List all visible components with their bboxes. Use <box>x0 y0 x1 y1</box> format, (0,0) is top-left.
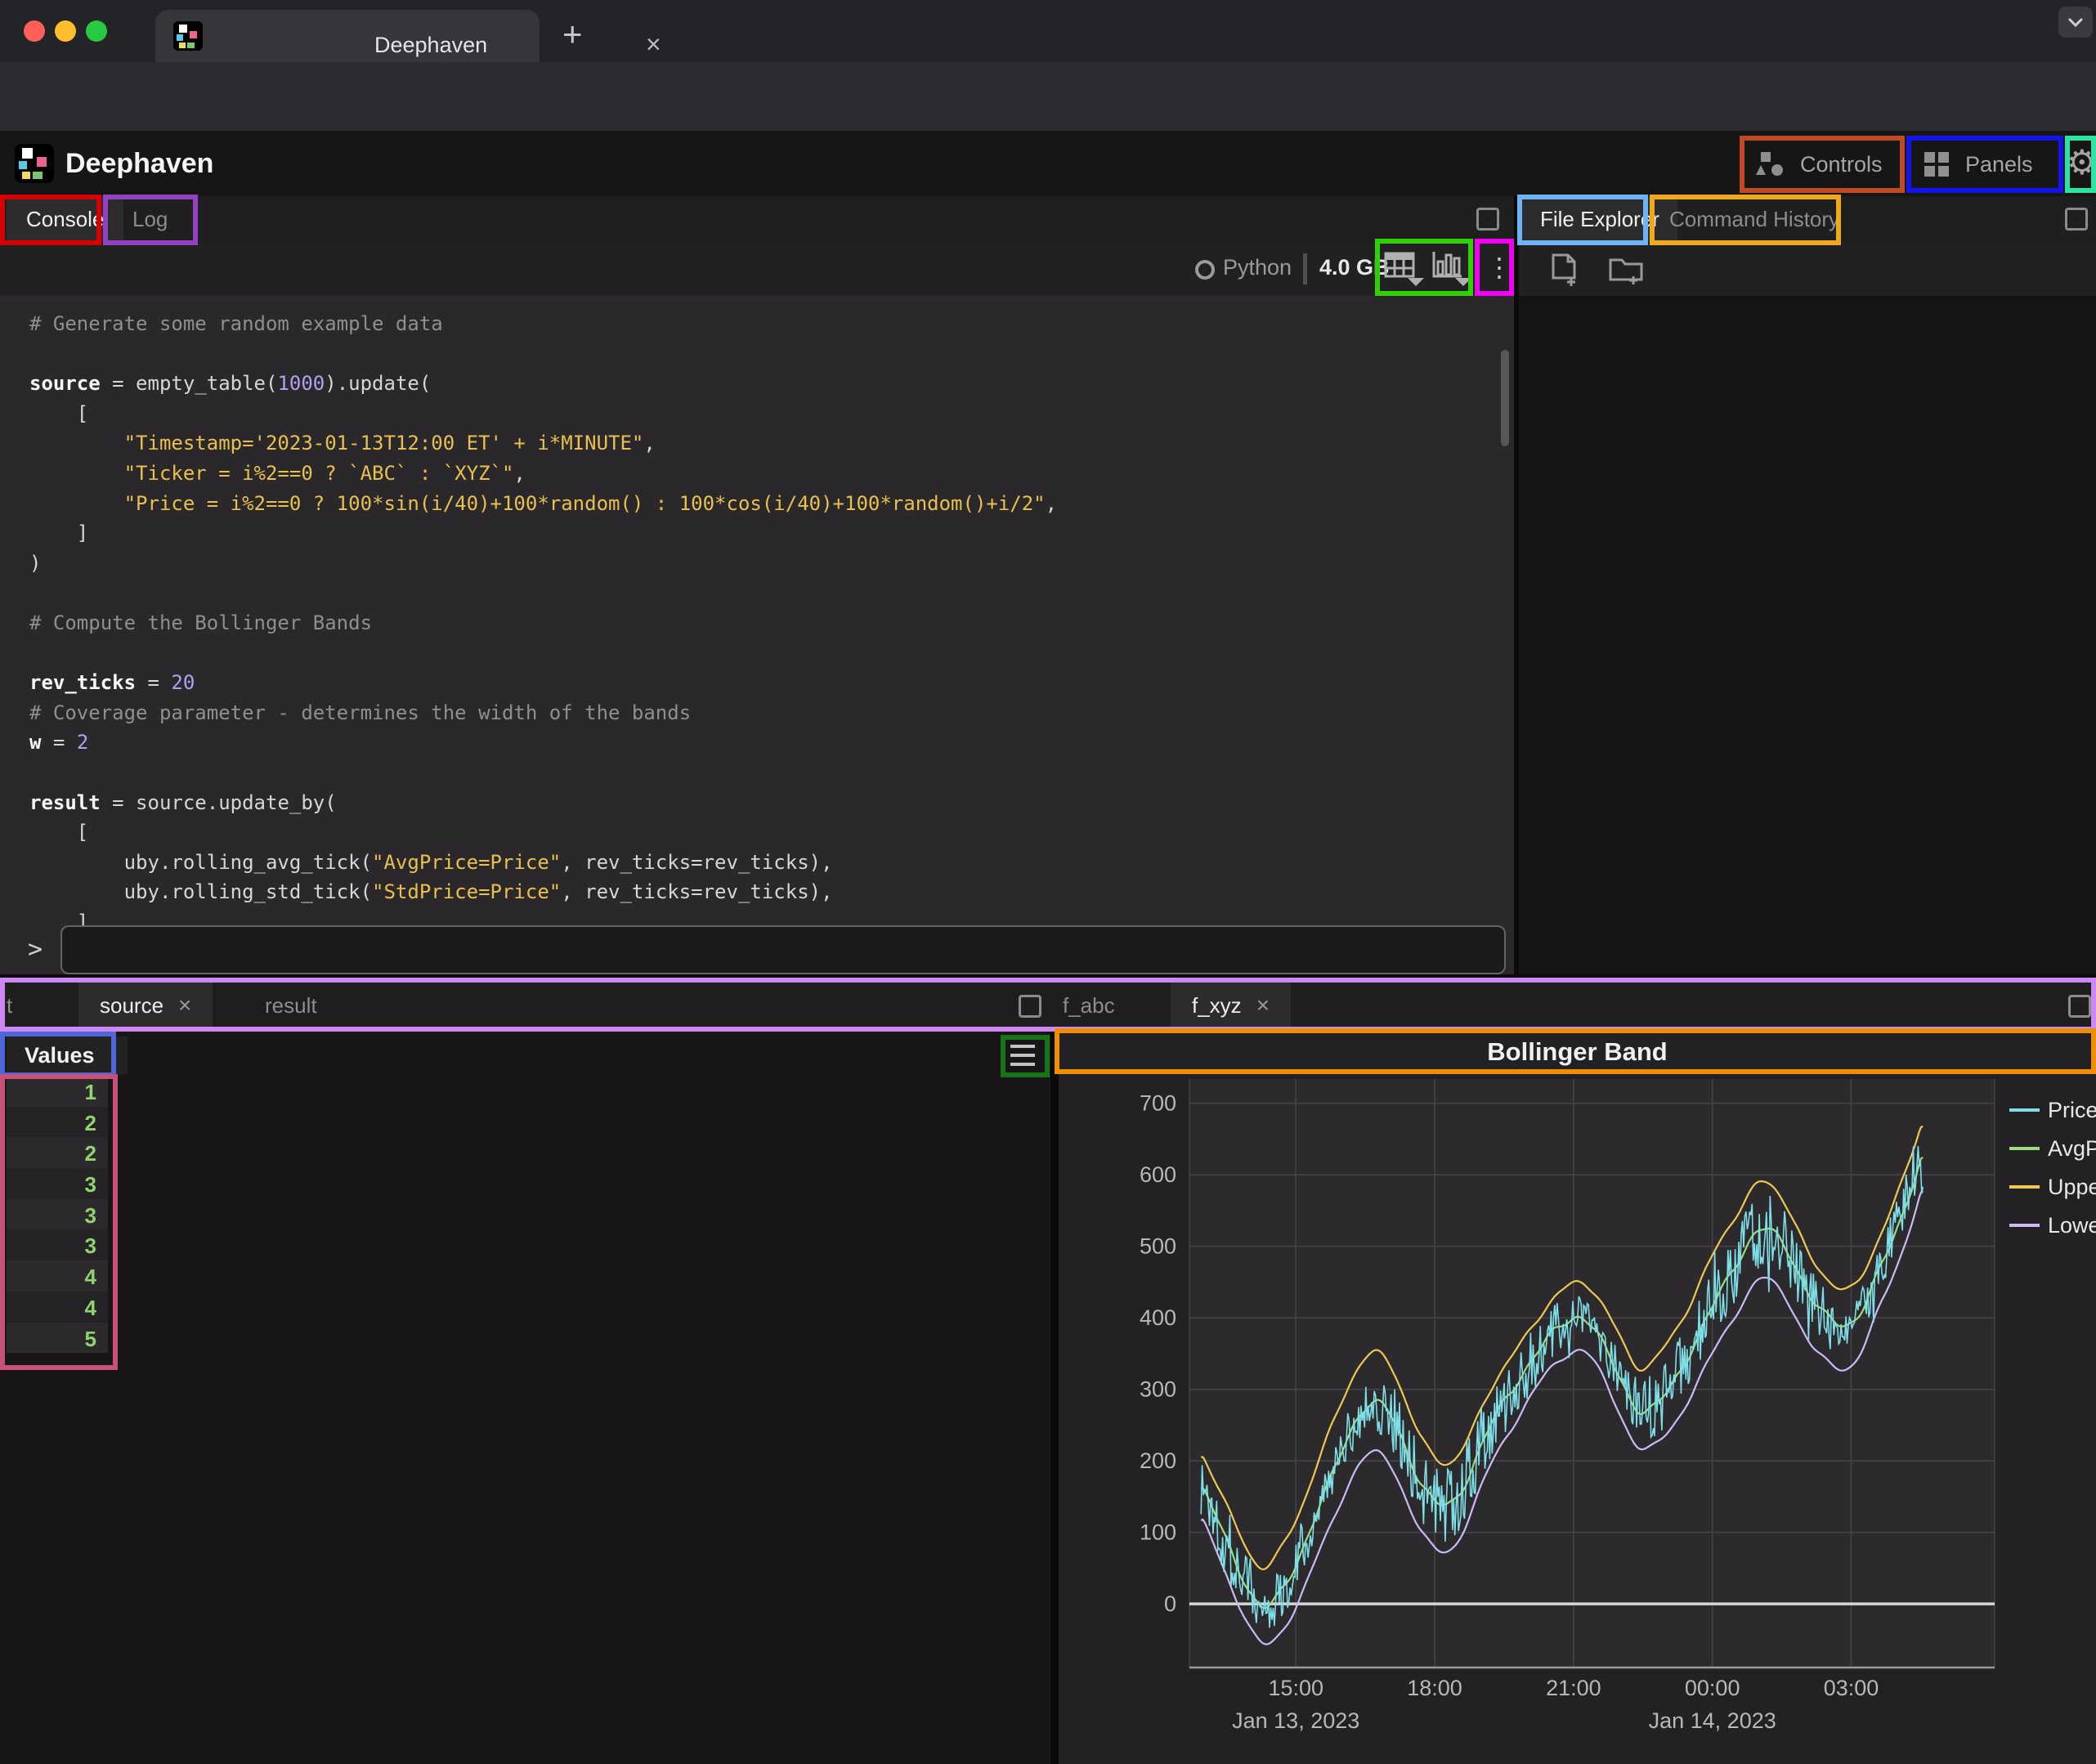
code-line: uby.rolling_std_tick("StdPrice=Price", r… <box>29 877 1057 907</box>
code-line: [ <box>29 817 1057 848</box>
code-line: ) <box>29 548 1057 579</box>
code-content: # Generate some random example data sour… <box>29 309 1057 937</box>
legend-label-lower: Lower <box>2048 1213 2096 1238</box>
x-tick-label: 21:00 <box>1546 1676 1601 1700</box>
close-window-button[interactable] <box>24 20 45 42</box>
console-prompt: > <box>28 935 43 964</box>
status-divider <box>1303 253 1307 284</box>
values-header-annotation <box>0 1032 116 1077</box>
code-line: "Timestamp='2023-01-13T12:00 ET' + i*MIN… <box>29 428 1057 459</box>
code-editor[interactable]: # Generate some random example data sour… <box>0 296 1514 974</box>
y-tick-label: 500 <box>1140 1234 1176 1259</box>
bottom-tab-row-annotation <box>0 978 2096 1032</box>
tab-search-chevron[interactable] <box>2058 7 2093 38</box>
settings-gear-annotation <box>2065 136 2096 193</box>
code-line <box>29 578 1057 608</box>
x-date-label: Jan 14, 2023 <box>1649 1708 1776 1733</box>
explorer-content[interactable] <box>1519 296 2096 974</box>
code-line: # Coverage parameter - determines the wi… <box>29 698 1057 728</box>
chart-panel: Bollinger Band 010020030040050060070015:… <box>1059 1032 2096 1764</box>
console-tab-annotation <box>0 195 101 245</box>
code-line: rev_ticks = 20 <box>29 668 1057 698</box>
console-input[interactable] <box>60 925 1506 974</box>
code-line <box>29 638 1057 669</box>
table-menu-annotation <box>1001 1035 1050 1077</box>
controls-button-annotation <box>1740 136 1905 193</box>
y-tick-label: 600 <box>1140 1162 1176 1187</box>
x-tick-label: 18:00 <box>1407 1676 1462 1700</box>
file-explorer-panel: File Explorer Command History <box>1519 196 2096 974</box>
y-tick-label: 400 <box>1140 1305 1176 1330</box>
panels-button-annotation <box>1906 136 2063 193</box>
y-tick-label: 100 <box>1140 1520 1176 1545</box>
brand-title: Deephaven <box>65 148 213 180</box>
screen: Deephaven × + ← → ↻ localhost:10000/ide/… <box>0 0 2096 1764</box>
console-panel: Console Log Python 4.0 GB <box>0 196 1514 974</box>
maximize-window-button[interactable] <box>86 20 107 42</box>
console-tab-row: Console Log <box>0 196 1514 242</box>
explorer-toolbar <box>1519 242 2096 296</box>
table-panel: Values 122333445 <box>0 1032 1050 1764</box>
deephaven-logo <box>15 144 54 183</box>
x-tick-label: 00:00 <box>1685 1676 1740 1700</box>
x-tick-label: 03:00 <box>1824 1676 1879 1700</box>
log-tab-annotation <box>103 195 198 245</box>
session-language: Python <box>1223 255 1292 280</box>
plot-area <box>1189 1079 1995 1668</box>
code-line: result = source.update_by( <box>29 788 1057 818</box>
deephaven-favicon <box>173 21 203 51</box>
y-tick-label: 700 <box>1140 1091 1176 1116</box>
editor-scrollbar[interactable] <box>1501 350 1509 446</box>
code-line: uby.rolling_avg_tick("AvgPrice=Price", r… <box>29 848 1057 878</box>
command-history-tab-annotation <box>1650 195 1841 245</box>
browser-tab-strip: Deephaven × + <box>0 0 2096 62</box>
session-status-icon <box>1195 260 1215 280</box>
minimize-window-button[interactable] <box>55 20 76 42</box>
code-line: # Compute the Bollinger Bands <box>29 608 1057 638</box>
legend-label-upper: Upper <box>2048 1175 2096 1199</box>
legend-label-price: Price <box>2048 1098 2096 1122</box>
tab-close-icon[interactable]: × <box>646 29 661 60</box>
y-tick-label: 300 <box>1140 1377 1176 1402</box>
new-folder-icon[interactable] <box>1607 252 1646 288</box>
bollinger-chart[interactable]: 0 100 200 300 400 500 600 700 15:00 18:00 21:00 00:… <box>1059 1071 2096 1764</box>
code-line: "Price = i%2==0 ? 100*sin(i/40)+100*rand… <box>29 489 1057 519</box>
x-tick-label: 15:00 <box>1268 1676 1323 1700</box>
code-line: source = empty_table(1000).update( <box>29 369 1057 399</box>
console-overflow-annotation <box>1475 239 1514 296</box>
browser-toolbar: ← → ↻ localhost:10000/ide/ ☆ E Relaunch … <box>0 62 2096 131</box>
legend-label-avgprice: AvgPrice <box>2048 1136 2096 1161</box>
code-line: ] <box>29 518 1057 548</box>
x-date-label: Jan 13, 2023 <box>1232 1708 1359 1733</box>
values-rows-annotation <box>0 1074 118 1370</box>
code-line: [ <box>29 399 1057 429</box>
chart-title-annotation <box>1055 1028 2096 1074</box>
new-tab-button[interactable]: + <box>562 15 583 54</box>
code-line <box>29 339 1057 369</box>
y-tick-label: 200 <box>1140 1448 1176 1473</box>
browser-tab-title: Deephaven <box>374 33 487 58</box>
code-line: "Ticker = i%2==0 ? `ABC` : `XYZ`", <box>29 459 1057 489</box>
browser-tab[interactable]: Deephaven × <box>155 10 540 62</box>
explorer-maximize-icon[interactable] <box>2065 208 2088 231</box>
file-explorer-tab-annotation <box>1517 195 1648 245</box>
code-line <box>29 758 1057 788</box>
console-action-icons-annotation <box>1375 239 1473 296</box>
code-line: w = 2 <box>29 728 1057 758</box>
console-status-bar: Python 4.0 GB ⋮ <box>0 242 1514 296</box>
panel-maximize-icon[interactable] <box>1476 208 1499 231</box>
code-line: # Generate some random example data <box>29 309 1057 339</box>
new-file-icon[interactable] <box>1548 252 1583 288</box>
y-tick-label: 0 <box>1164 1592 1176 1616</box>
